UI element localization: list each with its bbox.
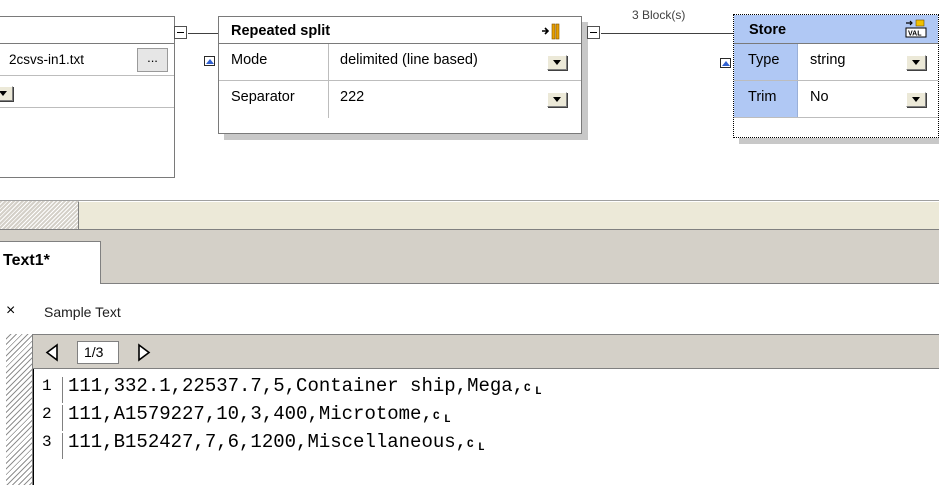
next-page-icon[interactable]	[133, 341, 155, 364]
svg-text:C: C	[433, 411, 440, 423]
line-text: 111,332.1,22537.7,5,Container ship,Mega,…	[68, 375, 546, 397]
separator-value[interactable]: 222	[340, 89, 364, 105]
horizontal-scrollbar[interactable]	[0, 200, 939, 229]
tab-text1[interactable]: Text1*	[0, 241, 101, 285]
tab-bar: Text1*	[0, 235, 939, 285]
store-title: Store	[749, 22, 787, 38]
line-text: 111,A1579227,10,3,400,Microtome, C L	[68, 403, 455, 425]
line-number: 3	[42, 433, 52, 451]
tab-text1-label: Text1*	[3, 252, 50, 269]
type-value[interactable]: string	[810, 52, 845, 68]
store-collapse-icon[interactable]	[720, 58, 731, 68]
line-number: 2	[42, 405, 52, 423]
store-component[interactable]: Store VAL Type string Trim No	[733, 14, 939, 138]
store-header[interactable]: Store VAL	[734, 15, 938, 44]
sample-text-editor[interactable]: 1 111,332.1,22537.7,5,Container ship,Meg…	[33, 369, 939, 485]
line-number: 1	[42, 377, 52, 395]
repeated-split-title: Repeated split	[231, 23, 331, 39]
mode-value[interactable]: delimited (line based)	[340, 52, 478, 68]
split-output-connector[interactable]	[587, 26, 600, 39]
svg-text:C: C	[524, 383, 531, 395]
prev-page-icon[interactable]	[41, 341, 63, 364]
scroll-track[interactable]	[78, 201, 939, 229]
crlf-icon: CL	[467, 439, 485, 452]
file-name: 2csvs-in1.txt	[9, 52, 85, 67]
output-connector[interactable]	[174, 26, 187, 39]
block-count-label: 3 Block(s)	[632, 8, 686, 22]
val-icon: VAL	[905, 19, 927, 38]
scroll-hatch	[0, 201, 78, 229]
separator-label: Separator	[219, 81, 329, 118]
sample-text-panel: × Sample Text 1/3 1 111,332.1,22537.7,5,…	[0, 284, 939, 485]
trim-label: Trim	[734, 81, 798, 117]
type-label: Type	[734, 44, 798, 80]
mode-row: Mode delimited (line based)	[219, 44, 581, 81]
mode-dropdown-arrow-icon[interactable]	[547, 55, 567, 70]
line-content: 111,A1579227,10,3,400,Microtome,	[68, 403, 433, 425]
type-row: Type string	[734, 44, 938, 81]
separator-dropdown-arrow-icon[interactable]	[547, 92, 567, 107]
svg-text:L: L	[444, 414, 451, 424]
svg-text:VAL: VAL	[908, 31, 922, 38]
mapping-canvas: 2csvs-in1.txt ... Repeated split Mode de…	[0, 0, 939, 200]
browse-button[interactable]: ...	[137, 48, 168, 72]
dropdown-arrow-icon[interactable]	[0, 86, 13, 101]
panel-gutter-hatch	[6, 334, 33, 485]
svg-text:C: C	[467, 439, 474, 451]
text-line: 3 111,B152427,7,6,1200,Miscellaneous, C L	[34, 431, 834, 459]
file-row: 2csvs-in1.txt ...	[0, 44, 174, 76]
repeated-split-header[interactable]: Repeated split	[219, 17, 581, 44]
line-number-separator	[62, 433, 63, 459]
text-line: 1 111,332.1,22537.7,5,Container ship,Meg…	[34, 375, 834, 403]
separator-row: Separator 222	[219, 81, 581, 118]
trim-dropdown-arrow-icon[interactable]	[906, 92, 926, 107]
mode-label: Mode	[219, 44, 329, 80]
svg-text:L: L	[478, 442, 485, 452]
close-icon[interactable]: ×	[6, 302, 15, 320]
collapse-icon[interactable]	[204, 56, 215, 66]
line-number-separator	[62, 377, 63, 403]
sample-text-title: Sample Text	[44, 304, 121, 320]
trim-row: Trim No	[734, 81, 938, 118]
connection-line	[188, 33, 218, 34]
trim-value[interactable]: No	[810, 89, 829, 105]
line-text: 111,B152427,7,6,1200,Miscellaneous, C L	[68, 431, 489, 453]
crlf-icon: CL	[524, 383, 542, 396]
crlf-icon: CL	[433, 411, 451, 424]
file-component-header[interactable]	[0, 17, 174, 44]
svg-text:L: L	[535, 386, 542, 396]
type-dropdown-arrow-icon[interactable]	[906, 55, 926, 70]
text-line: 2 111,A1579227,10,3,400,Microtome, C L	[34, 403, 834, 431]
page-indicator: 1/3	[77, 341, 119, 364]
split-icon	[542, 23, 560, 40]
line-number-separator	[62, 405, 63, 431]
page-navigation-bar: 1/3	[33, 334, 939, 369]
repeated-split-component[interactable]: Repeated split Mode delimited (line base…	[218, 16, 582, 134]
line-content: 111,B152427,7,6,1200,Miscellaneous,	[68, 431, 468, 453]
file-component[interactable]: 2csvs-in1.txt ...	[0, 16, 175, 178]
option-row	[0, 76, 174, 108]
line-content: 111,332.1,22537.7,5,Container ship,Mega,	[68, 375, 525, 397]
block-connection-line	[601, 33, 733, 34]
